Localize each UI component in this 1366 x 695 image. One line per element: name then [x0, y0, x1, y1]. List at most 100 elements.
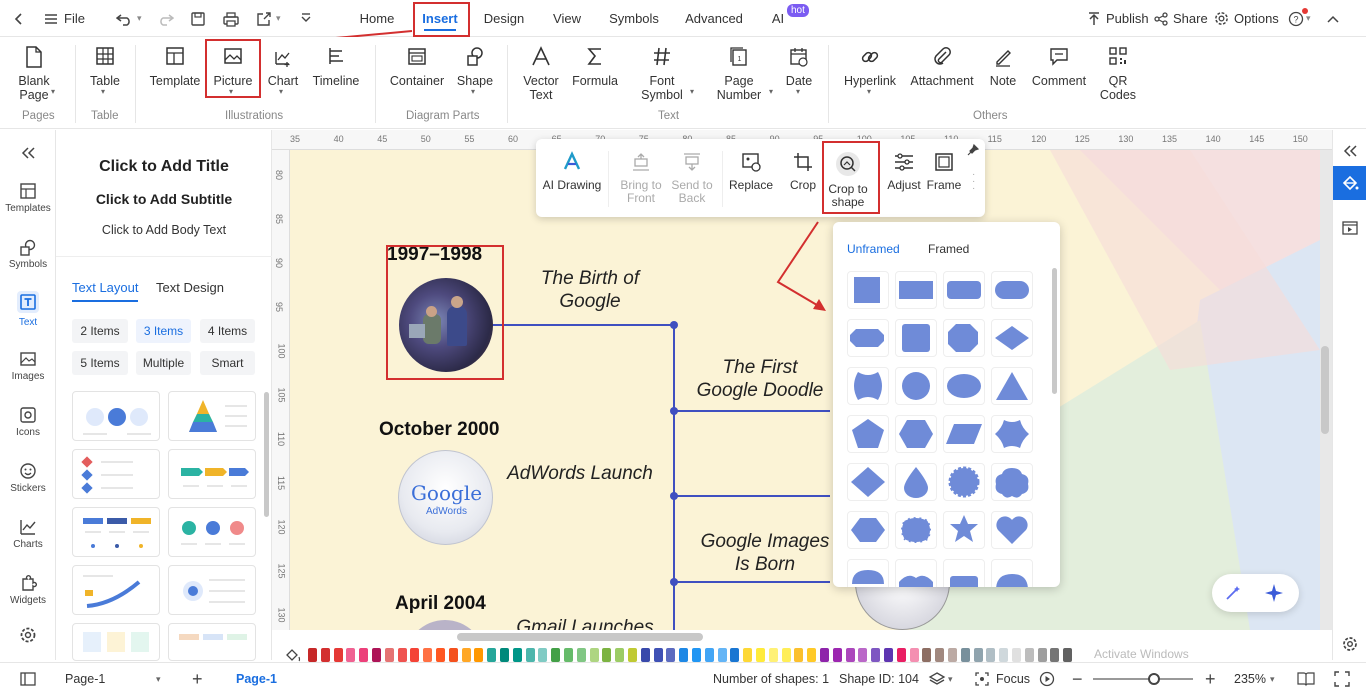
canvas-horizontal-scrollbar[interactable] [457, 633, 703, 641]
bring-to-front-button[interactable]: Bring to Front [616, 151, 666, 205]
layout-thumbnail[interactable] [168, 565, 256, 615]
color-swatch[interactable] [474, 648, 484, 662]
color-swatch[interactable] [704, 648, 714, 662]
page-number-button[interactable]: 1 Page Number [714, 45, 764, 102]
rail-item-text[interactable]: Text [0, 290, 56, 328]
font-symbol-button[interactable]: Font Symbol [638, 45, 686, 102]
share-button[interactable]: Share [1154, 0, 1208, 37]
color-swatch[interactable] [410, 648, 420, 662]
color-swatch[interactable] [884, 648, 893, 662]
formula-button[interactable]: Formula [570, 45, 620, 88]
page-select[interactable]: Page-1 [65, 663, 105, 695]
color-swatch[interactable] [525, 648, 535, 662]
crop-shape-option[interactable] [943, 367, 985, 405]
panel-scrollbar[interactable] [264, 392, 269, 517]
focus-icon[interactable] [975, 663, 989, 695]
color-swatch[interactable] [397, 648, 407, 662]
rail-item-symbols[interactable]: Symbols [0, 238, 56, 270]
color-swatch[interactable] [615, 648, 625, 662]
add-title-preset[interactable]: Click to Add Title [56, 158, 272, 176]
focus-label[interactable]: Focus [996, 663, 1030, 695]
add-body-text-preset[interactable]: Click to Add Body Text [56, 223, 272, 237]
zoom-level[interactable]: 235% [1234, 663, 1266, 695]
ai-drawing-button[interactable]: AI Drawing [542, 151, 602, 192]
color-swatch[interactable] [564, 648, 573, 662]
chip-5-items[interactable]: 5 Items [72, 351, 128, 375]
page-select-chevron-icon[interactable]: ▾ [156, 663, 161, 695]
color-swatch[interactable] [948, 648, 957, 662]
crop-shape-option[interactable] [991, 319, 1033, 357]
color-swatch[interactable] [756, 648, 765, 662]
layers-icon[interactable]: ▾ [928, 663, 953, 695]
color-swatch[interactable] [538, 648, 548, 662]
color-swatch[interactable] [576, 648, 586, 662]
color-swatch[interactable] [551, 648, 561, 662]
adwords-logo-circle[interactable]: Google AdWords [398, 450, 493, 545]
color-swatch[interactable] [448, 648, 458, 662]
timeline-button[interactable]: Timeline [310, 45, 362, 88]
date-button[interactable]: Date [784, 45, 814, 88]
crop-shape-option[interactable] [943, 319, 985, 357]
presentation-icon[interactable] [1342, 220, 1358, 239]
crop-shape-option[interactable] [895, 463, 937, 501]
event-gmail-launches[interactable]: Gmail Launches [500, 616, 670, 630]
zoom-out-icon[interactable]: − [1072, 663, 1083, 695]
ai-sparkle-icon[interactable] [1264, 583, 1284, 606]
chip-multiple[interactable]: Multiple [136, 351, 191, 375]
format-panel-button[interactable] [1333, 166, 1366, 200]
color-swatch[interactable] [423, 648, 433, 662]
chip-smart[interactable]: Smart [200, 351, 255, 375]
color-swatch[interactable] [794, 648, 804, 662]
crop-shape-option[interactable] [895, 271, 937, 309]
ai-magic-wand-icon[interactable] [1224, 584, 1242, 605]
tab-unframed[interactable]: Unframed [847, 242, 900, 256]
layout-thumbnail[interactable] [72, 565, 160, 615]
help-icon[interactable]: ? ▾ [1288, 0, 1311, 37]
zoom-dropdown-icon[interactable]: ▾ [1270, 663, 1275, 695]
frame-button[interactable]: Frame [926, 151, 962, 192]
tab-text-layout[interactable]: Text Layout [72, 280, 139, 295]
color-swatch[interactable] [692, 648, 701, 662]
color-swatch[interactable] [858, 648, 868, 662]
color-swatch[interactable] [730, 648, 740, 662]
tab-framed[interactable]: Framed [928, 242, 969, 256]
crop-shape-option[interactable] [847, 415, 889, 453]
crop-shape-option[interactable] [991, 559, 1033, 587]
crop-shape-option[interactable] [895, 511, 937, 549]
color-swatch[interactable] [871, 648, 881, 662]
year-label-2000[interactable]: October 2000 [379, 419, 499, 441]
color-swatch[interactable] [487, 648, 497, 662]
color-swatch[interactable] [832, 648, 842, 662]
rail-settings-icon[interactable] [0, 626, 56, 647]
qr-codes-button[interactable]: QR Codes [1098, 45, 1138, 102]
layout-thumbnail[interactable] [72, 623, 160, 661]
event-birth-of-google[interactable]: The Birth of Google [510, 267, 670, 313]
color-swatch[interactable] [781, 648, 791, 662]
crop-shape-option[interactable] [895, 415, 937, 453]
color-swatch[interactable] [372, 648, 381, 662]
color-swatch[interactable] [436, 648, 445, 662]
crop-shape-option[interactable] [991, 415, 1033, 453]
event-first-doodle[interactable]: The First Google Doodle [680, 356, 840, 402]
color-swatch[interactable] [512, 648, 522, 662]
layout-thumbnail[interactable] [168, 449, 256, 499]
layout-thumbnail[interactable] [72, 391, 160, 441]
attachment-button[interactable]: Attachment [909, 45, 975, 88]
rail-item-images[interactable]: Images [0, 350, 56, 382]
crop-shape-option[interactable] [991, 511, 1033, 549]
color-swatch[interactable] [973, 648, 983, 662]
replace-button[interactable]: Replace [729, 151, 773, 192]
crop-shape-option[interactable] [847, 511, 889, 549]
crop-shape-option[interactable] [943, 271, 985, 309]
color-swatch[interactable] [1024, 648, 1034, 662]
crop-button[interactable]: Crop [787, 151, 819, 192]
color-swatch[interactable] [628, 648, 637, 662]
more-options-icon[interactable]: · · · [972, 170, 975, 194]
note-button[interactable]: Note [985, 45, 1021, 88]
crop-shape-option[interactable] [847, 559, 889, 587]
shapes-scrollbar[interactable] [1052, 268, 1057, 394]
color-swatch[interactable] [807, 648, 817, 662]
color-swatch[interactable] [986, 648, 996, 662]
color-swatch[interactable] [909, 648, 919, 662]
crop-shape-option[interactable] [847, 319, 889, 357]
